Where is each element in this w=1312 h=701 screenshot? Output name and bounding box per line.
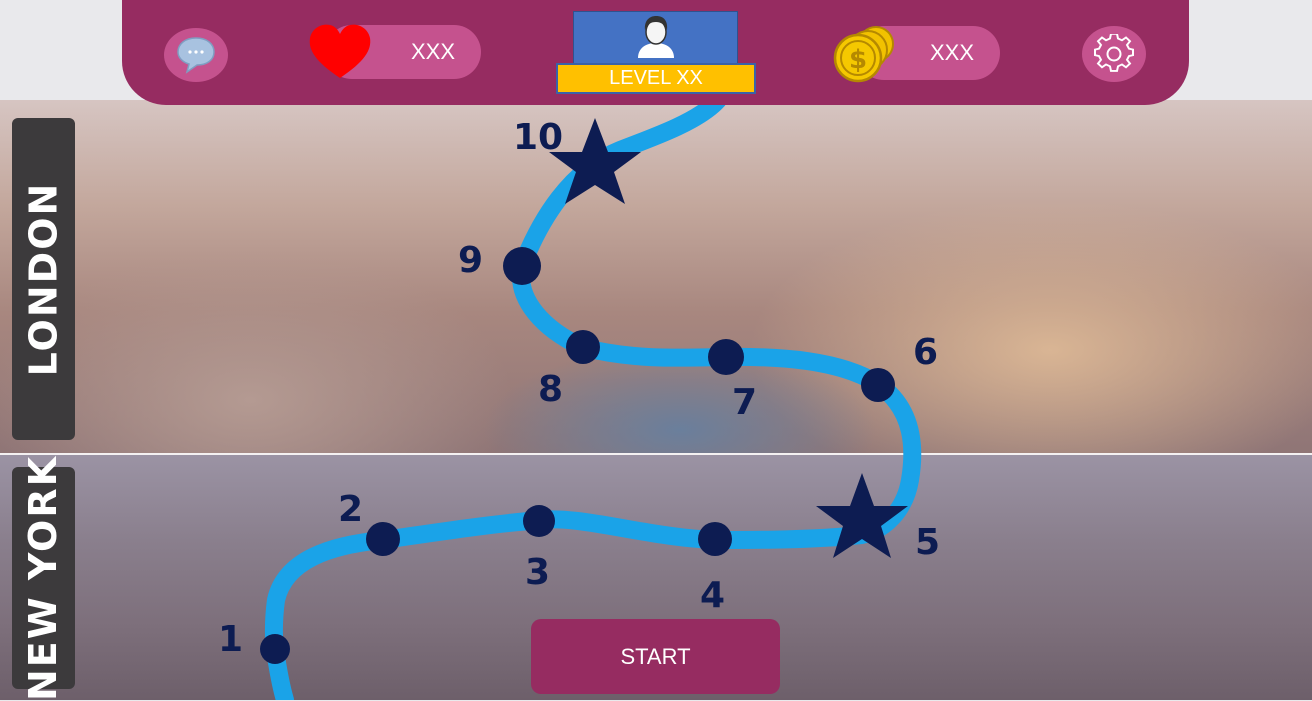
city-label-london: LONDON [12, 118, 75, 440]
chat-button[interactable] [164, 28, 228, 82]
level-node-7[interactable] [708, 339, 744, 375]
start-button[interactable]: START [531, 619, 780, 694]
level-badge: LEVEL XX [556, 63, 756, 94]
avatar-icon [637, 16, 674, 58]
level-number-4: 4 [700, 575, 726, 616]
level-number-3: 3 [525, 552, 551, 593]
level-node-6[interactable] [861, 368, 895, 402]
level-number-7: 7 [732, 382, 758, 423]
gear-icon [1094, 34, 1134, 72]
level-node-8[interactable] [566, 330, 600, 364]
level-number-9: 9 [458, 240, 484, 281]
city-label-new-york: NEW YORK [12, 455, 75, 701]
level-node-4[interactable] [698, 522, 732, 556]
settings-button[interactable] [1082, 26, 1146, 82]
city-name-new-york: NEW YORK [21, 454, 66, 701]
coins-value: XXX [929, 40, 974, 65]
level-node-2[interactable] [366, 522, 400, 556]
level-path [260, 91, 922, 700]
level-node-3[interactable] [523, 505, 555, 537]
level-number-10: 10 [513, 117, 564, 158]
heart-icon [309, 24, 371, 78]
level-number-6: 6 [913, 332, 939, 373]
level-node-1[interactable] [260, 634, 290, 664]
player-avatar[interactable] [573, 11, 738, 66]
coin-stack-icon: $ [833, 26, 894, 83]
level-number-8: 8 [538, 369, 564, 410]
level-number-5: 5 [915, 522, 941, 563]
city-name-london: LONDON [21, 181, 66, 377]
path-line [264, 91, 922, 700]
svg-text:$: $ [849, 45, 867, 75]
level-number-1: 1 [218, 619, 244, 660]
level-number-2: 2 [338, 489, 364, 530]
lives-value: XXX [410, 39, 455, 64]
level-nodes [260, 118, 908, 664]
start-button-label: START [620, 643, 691, 669]
level-label: LEVEL XX [609, 67, 703, 89]
chat-icon [177, 37, 215, 74]
level-node-9[interactable] [503, 247, 541, 285]
game-map: 1 2 3 4 5 6 7 8 9 10 LONDON NEW YORK XXX… [0, 0, 1312, 701]
